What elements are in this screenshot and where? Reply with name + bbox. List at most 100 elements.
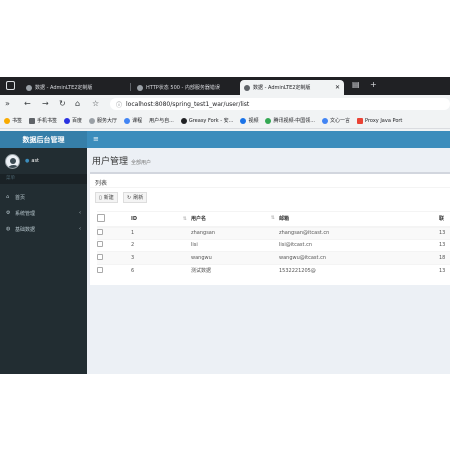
column-header-id[interactable]: ID ⇅ [131, 211, 191, 227]
row-checkbox[interactable] [97, 229, 103, 235]
home-icon[interactable]: ⌂ [75, 99, 80, 109]
content-wrapper: 用户管理 全部用户 列表 ▯ 新建 ↻ 刷新 ID ⇅ 用户名 ⇅ 邮箱 联 1… [87, 148, 450, 374]
tab-favicon-icon [137, 84, 143, 91]
page: 数据 - AdminLTE2定制版 HTTP状态 500 - 内部服务器错误 数… [0, 0, 450, 450]
bookmark-label: 腾讯视频-中国领... [273, 118, 316, 124]
avatar [5, 153, 20, 169]
site-info-icon[interactable]: ⓘ [116, 100, 122, 109]
bookmark-label: 文心一言 [330, 118, 351, 124]
select-all-header [97, 211, 131, 227]
mobile-icon [29, 117, 36, 124]
column-header-username[interactable]: 用户名 ⇅ [191, 211, 279, 227]
cell-phone: 18 [439, 251, 450, 264]
cell-email: zhangsan@itcast.cn [279, 226, 439, 239]
table-row[interactable]: 2 lisi lisi@itcast.cn 13 [97, 238, 450, 252]
bookmark-label: 服务大厅 [97, 118, 118, 124]
bookmark-item[interactable]: 百度 [64, 117, 82, 124]
user-table: ID ⇅ 用户名 ⇅ 邮箱 联 1 zhangsan zhangsan@itcast… [97, 211, 450, 277]
bookmark-label: 用户与自... [149, 118, 174, 124]
sort-icon[interactable]: ⇅ [183, 216, 187, 222]
online-status-icon: ● [25, 158, 30, 164]
cell-email: lisi@itcast.cn [279, 238, 439, 252]
new-tab-button[interactable]: + [370, 80, 377, 89]
bookmark-item[interactable]: 课程 [124, 117, 142, 124]
cell-id: 3 [131, 251, 191, 264]
sidebar-item-system[interactable]: ⚙ 系统管理 ‹ [0, 205, 87, 221]
tab-title: 数据 - AdminLTE2定制版 [35, 85, 93, 91]
course-icon [124, 117, 131, 124]
page-subtitle: 全部用户 [131, 160, 152, 166]
row-checkbox[interactable] [97, 266, 103, 273]
globe-icon: ◍ [6, 225, 11, 232]
greasyfork-icon [180, 117, 187, 124]
chevron-left-icon: ‹ [79, 226, 81, 232]
tab-favicon-icon [244, 84, 250, 91]
cell-username: wangwu [191, 251, 279, 264]
bookmark-item[interactable]: 手机书签 [29, 117, 57, 124]
bookmark-item[interactable]: 腾讯视频-中国领... [265, 117, 315, 124]
cell-username: lisi [191, 238, 279, 252]
tab-favicon-icon [26, 84, 32, 91]
bookmark-item[interactable]: Greasy Fork - 安... [180, 117, 233, 124]
refresh-icon: ↻ [127, 194, 132, 201]
tab-3-active[interactable]: 数据 - AdminLTE2定制版 ✕ [240, 80, 344, 95]
table-row[interactable]: 6 测试数据 1532221205@ 13 [97, 263, 450, 277]
select-all-checkbox[interactable] [97, 213, 105, 222]
new-button-label: 新建 [103, 195, 114, 201]
row-checkbox[interactable] [97, 253, 103, 260]
address-bar[interactable]: ⓘ localhost:8080/spring_test1_war/user/l… [110, 98, 450, 110]
sidebar-item-label: 系统管理 [15, 210, 36, 217]
tab-search-icon[interactable]: ▤ [352, 80, 360, 89]
bookmark-item[interactable]: 用户与自... [149, 117, 174, 124]
table-row[interactable]: 3 wangwu wangwu@itcast.cn 18 [97, 251, 450, 264]
box-title: 列表 [95, 180, 108, 187]
tab-strip: 数据 - AdminLTE2定制版 HTTP状态 500 - 内部服务器错误 数… [0, 77, 450, 95]
tab-separator [130, 83, 131, 91]
row-checkbox[interactable] [97, 241, 103, 248]
bookmark-item[interactable]: Proxy Java Port [357, 117, 402, 124]
back-icon[interactable]: ← [24, 99, 31, 109]
column-header-phone[interactable]: 联 [439, 211, 450, 227]
table-row[interactable]: 1 zhangsan zhangsan@itcast.cn 13 [97, 226, 450, 239]
cell-id: 6 [131, 263, 191, 277]
new-button[interactable]: ▯ 新建 [95, 192, 118, 203]
list-box: 列表 ▯ 新建 ↻ 刷新 ID ⇅ 用户名 ⇅ 邮箱 联 1 zhangsan … [90, 172, 450, 285]
tab-1[interactable]: 数据 - AdminLTE2定制版 [22, 80, 128, 95]
cell-email: wangwu@itcast.cn [279, 251, 439, 264]
chevron-left-icon: ‹ [79, 210, 81, 216]
sidebar-item-home[interactable]: ⌂ 首页 [0, 189, 87, 205]
sidebar-toggle-button[interactable]: ≡ [93, 135, 99, 143]
cell-phone: 13 [439, 238, 450, 252]
tab-2[interactable]: HTTP状态 500 - 内部服务器错误 [133, 80, 238, 95]
reload-icon[interactable]: ↻ [59, 99, 66, 109]
sort-icon[interactable]: ⇅ [271, 215, 275, 221]
cell-phone: 13 [439, 263, 450, 277]
sidebar-item-basic-data[interactable]: ◍ 基础数据 ‹ [0, 221, 87, 237]
forward-icon[interactable]: → [42, 99, 49, 109]
bookmark-item[interactable]: 服务大厅 [89, 117, 117, 124]
bookmark-item[interactable]: 视频 [240, 117, 258, 124]
refresh-button[interactable]: ↻ 刷新 [123, 192, 148, 203]
sidebar-item-label: 基础数据 [15, 226, 36, 233]
bookmark-label: 课程 [132, 118, 143, 124]
bookmark-star-icon[interactable]: ☆ [92, 99, 99, 109]
cell-email: 1532221205@ [279, 263, 439, 277]
hall-icon [89, 117, 96, 124]
bookmark-label: 视频 [248, 118, 259, 124]
cell-phone: 13 [439, 226, 450, 239]
refresh-button-label: 刷新 [133, 195, 144, 201]
user-name-text: ast [31, 158, 40, 164]
sidebar-toggle-icon[interactable]: » [5, 99, 10, 109]
brand-logo[interactable]: 数据后台管理 [0, 131, 87, 148]
star-icon [4, 117, 10, 124]
bookmark-item[interactable]: 书签 [4, 117, 22, 124]
cell-username: 测试数据 [191, 263, 279, 277]
column-header-email[interactable]: 邮箱 [279, 211, 439, 227]
proxy-icon [357, 117, 364, 124]
window-menu-icon[interactable] [6, 81, 15, 90]
bookmark-label: 百度 [72, 118, 83, 124]
bookmark-item[interactable]: 文心一言 [322, 117, 350, 124]
video-icon [240, 117, 247, 124]
close-tab-icon[interactable]: ✕ [332, 84, 340, 91]
cell-id: 1 [131, 226, 191, 239]
